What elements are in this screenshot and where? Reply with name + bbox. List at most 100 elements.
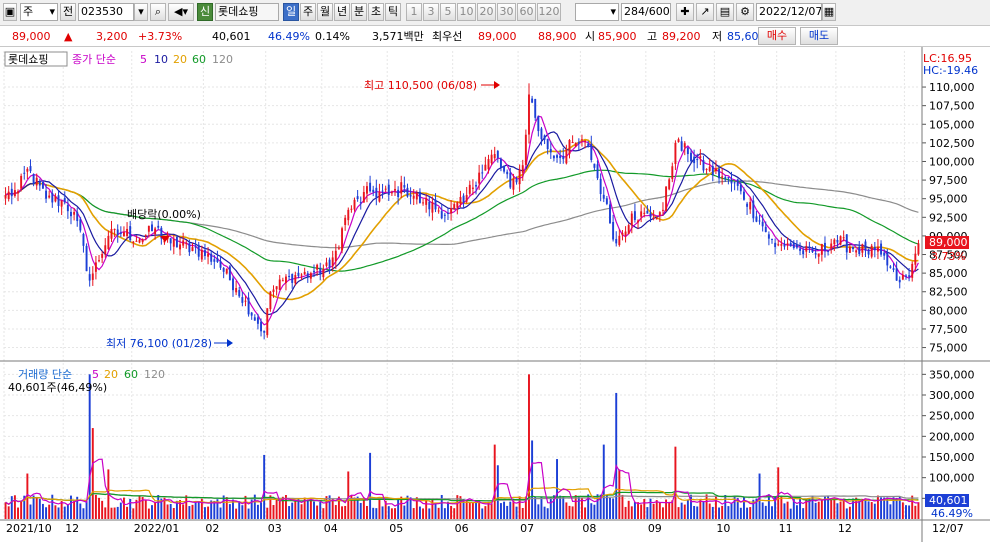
candle-body [182, 240, 185, 246]
code-dropdown[interactable]: ▾ [134, 3, 148, 21]
volume-bar [147, 508, 150, 519]
candle-body [297, 272, 300, 276]
market-select[interactable]: 주 ▾ [20, 3, 58, 21]
volume-bar [213, 500, 216, 519]
volume-bar [496, 465, 499, 519]
candle-body [144, 235, 147, 237]
legend-stock-name: 롯데쇼핑 [8, 53, 48, 66]
volume-bar [580, 498, 583, 519]
volume-bar [493, 444, 496, 519]
volume-bar [344, 505, 347, 519]
candle-body [447, 212, 449, 214]
tab-period-5[interactable]: 초 [368, 3, 384, 21]
price-tick-label: 92,500 [929, 211, 968, 224]
volume-bar [833, 497, 836, 519]
candle-body [842, 237, 845, 239]
volume-bar [714, 496, 717, 519]
sell-button[interactable]: 매도 [800, 27, 838, 45]
candle-body [714, 168, 717, 172]
volume-bar [468, 502, 471, 519]
save-icon[interactable]: ▤ [716, 3, 734, 21]
volume-bar [7, 506, 10, 519]
interval-button-0[interactable]: 1 [406, 3, 422, 21]
candle-body [244, 300, 247, 302]
volume-bar [300, 504, 303, 519]
candle-body [637, 220, 639, 223]
volume-bar [316, 505, 319, 519]
draw-icon[interactable]: ↗ [696, 3, 714, 21]
interval-button-2[interactable]: 5 [440, 3, 456, 21]
candle-body [272, 289, 275, 292]
gear-icon[interactable]: ⚙ [736, 3, 754, 21]
volume-value: 40,601 [212, 30, 251, 43]
indicator-icon[interactable]: ✚ [676, 3, 694, 21]
volume-bar [680, 502, 683, 519]
volume-bar [172, 508, 175, 519]
x-tick-label: 12 [838, 522, 852, 535]
candle-body [892, 268, 895, 270]
tab-period-3[interactable]: 년 [334, 3, 350, 21]
volume-bar [543, 506, 546, 519]
candle-body [138, 239, 141, 243]
tab-period-6[interactable]: 틱 [385, 3, 401, 21]
candle-body [658, 212, 661, 216]
candle-body [534, 98, 537, 118]
tab-period-2[interactable]: 월 [317, 3, 333, 21]
interval-button-4[interactable]: 20 [477, 3, 496, 21]
volume-bar [443, 508, 446, 519]
candle-body [88, 274, 91, 281]
candle-body [210, 253, 213, 262]
volume-bar [795, 505, 798, 519]
code-input[interactable]: 023530 [78, 3, 134, 21]
volume-bar [799, 497, 802, 519]
candle-body [671, 166, 674, 180]
volume-bar [38, 498, 41, 519]
candle-body [643, 212, 646, 214]
stock-chart[interactable]: 75,00077,50080,00082,50085,00087,50090,0… [0, 47, 990, 542]
volume-bar [889, 504, 892, 519]
volume-bar [425, 499, 428, 519]
candle-body [468, 184, 471, 194]
candle-body [867, 249, 870, 255]
interval-button-5[interactable]: 30 [497, 3, 516, 21]
candle-body [197, 244, 200, 257]
interval-button-7[interactable]: 120 [537, 3, 561, 21]
volume-bar [876, 495, 879, 519]
prev-button[interactable]: 전 [60, 3, 76, 21]
interval-button-6[interactable]: 60 [517, 3, 536, 21]
volume-bar [263, 454, 266, 519]
volume-bar [359, 502, 362, 519]
candle-body [543, 135, 546, 140]
buy-button[interactable]: 매수 [758, 27, 796, 45]
candle-body [85, 245, 88, 272]
minute-select[interactable]: ▾ [575, 3, 619, 21]
volume-bar [683, 504, 686, 519]
candle-body [91, 273, 94, 280]
tab-period-1[interactable]: 주 [300, 3, 316, 21]
volume-bar [41, 503, 44, 519]
volume-ratio: 46.49% [268, 30, 310, 43]
volume-bar [113, 507, 116, 519]
volume-bar [571, 506, 574, 519]
candle-body [73, 212, 76, 215]
tab-period-4[interactable]: 분 [351, 3, 367, 21]
calendar-icon[interactable]: ▦ [822, 3, 836, 21]
candle-body [266, 308, 269, 336]
tab-period-0[interactable]: 일 [283, 3, 299, 21]
interval-button-1[interactable]: 3 [423, 3, 439, 21]
candle-body [615, 238, 618, 244]
volume-bar [194, 501, 197, 519]
count-input[interactable]: 284/600 [621, 3, 671, 21]
candle-body [836, 239, 839, 243]
candle-body [300, 274, 303, 276]
volume-bar [780, 496, 783, 519]
candle-body [250, 312, 253, 316]
speaker-icon[interactable]: ◀▾ [168, 3, 194, 21]
volume-bar [521, 507, 524, 519]
search-icon[interactable]: ⌕ [150, 3, 166, 21]
candle-body [743, 191, 745, 200]
date-input[interactable]: 2022/12/07 [756, 3, 822, 21]
price-tick-label: 107,500 [929, 100, 975, 113]
interval-button-3[interactable]: 10 [457, 3, 476, 21]
window-icon[interactable]: ▣ [3, 3, 17, 21]
